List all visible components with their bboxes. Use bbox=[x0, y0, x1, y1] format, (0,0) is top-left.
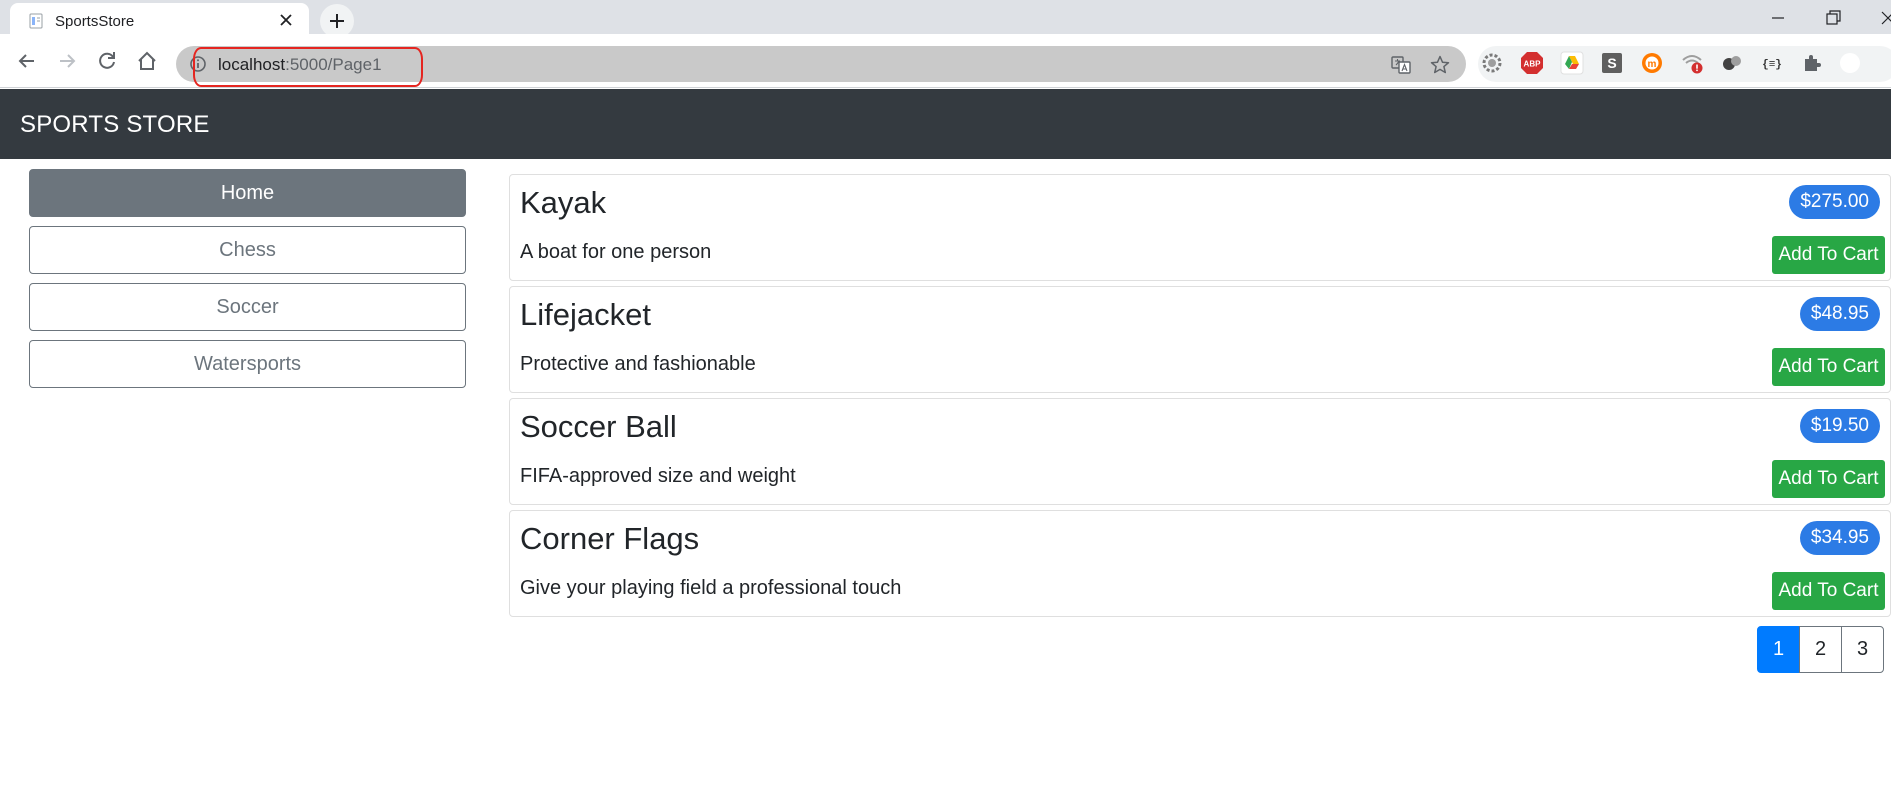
product-name: Soccer Ball bbox=[520, 409, 677, 444]
category-chess-button[interactable]: Chess bbox=[29, 226, 466, 274]
tab-title: SportsStore bbox=[55, 13, 135, 30]
add-to-cart-button[interactable]: Add To Cart bbox=[1772, 348, 1885, 386]
browser-tab-strip: SportsStore bbox=[0, 0, 1891, 39]
category-watersports-button[interactable]: Watersports bbox=[29, 340, 466, 388]
price-badge: $34.95 bbox=[1799, 521, 1880, 555]
back-arrow-icon[interactable] bbox=[13, 47, 41, 75]
add-to-cart-button[interactable]: Add To Cart bbox=[1772, 572, 1885, 610]
price-badge: $48.95 bbox=[1799, 297, 1880, 331]
price-badge: $275.00 bbox=[1789, 185, 1880, 219]
minimize-icon[interactable] bbox=[1768, 8, 1788, 28]
product-description: Give your playing field a professional t… bbox=[520, 577, 902, 599]
drive-icon[interactable] bbox=[1560, 51, 1584, 75]
price-badge: $19.50 bbox=[1799, 409, 1880, 443]
wifi-alert-icon[interactable] bbox=[1680, 51, 1704, 75]
extension-balls-icon[interactable] bbox=[1720, 51, 1744, 75]
product-card: Kayak $275.00 A boat for one person Add … bbox=[509, 174, 1891, 281]
translate-icon[interactable] bbox=[1390, 54, 1412, 76]
product-description: FIFA-approved size and weight bbox=[520, 465, 796, 487]
restore-icon[interactable] bbox=[1823, 8, 1843, 28]
json-icon[interactable]: {≡} bbox=[1760, 51, 1784, 75]
page-link-2[interactable]: 2 bbox=[1799, 626, 1842, 673]
plus-icon bbox=[330, 14, 344, 28]
add-to-cart-button[interactable]: Add To Cart bbox=[1772, 236, 1885, 274]
settings-gear-icon[interactable] bbox=[1480, 51, 1504, 75]
puzzle-icon[interactable] bbox=[1800, 51, 1824, 75]
svg-text:m: m bbox=[1648, 59, 1657, 70]
svg-text:ABP: ABP bbox=[1524, 60, 1542, 69]
product-card: Soccer Ball $19.50 FIFA-approved size an… bbox=[509, 398, 1891, 505]
reload-icon[interactable] bbox=[93, 47, 121, 75]
category-soccer-button[interactable]: Soccer bbox=[29, 283, 466, 331]
profile-avatar-icon[interactable] bbox=[1838, 51, 1862, 75]
forward-arrow-icon[interactable] bbox=[53, 47, 81, 75]
site-header: SPORTS STORE bbox=[0, 89, 1891, 159]
s-icon[interactable]: S bbox=[1600, 51, 1624, 75]
bookmark-star-icon[interactable] bbox=[1429, 54, 1451, 76]
product-description: Protective and fashionable bbox=[520, 353, 756, 375]
home-icon[interactable] bbox=[133, 47, 161, 75]
product-card: Corner Flags $34.95 Give your playing fi… bbox=[509, 510, 1891, 617]
product-name: Kayak bbox=[520, 185, 607, 220]
add-to-cart-button[interactable]: Add To Cart bbox=[1772, 460, 1885, 498]
pagination: 1 2 3 bbox=[1757, 626, 1884, 673]
url-annotation-highlight bbox=[193, 47, 423, 87]
new-tab-button[interactable] bbox=[320, 4, 354, 38]
svg-text:{≡}: {≡} bbox=[1762, 59, 1782, 71]
adblock-icon[interactable]: ABP bbox=[1520, 51, 1544, 75]
close-window-icon[interactable] bbox=[1878, 8, 1891, 28]
m-icon[interactable]: m bbox=[1640, 51, 1664, 75]
product-description: A boat for one person bbox=[520, 241, 712, 263]
page-link-1[interactable]: 1 bbox=[1757, 626, 1800, 673]
svg-text:S: S bbox=[1607, 55, 1616, 71]
product-name: Lifejacket bbox=[520, 297, 651, 332]
product-card: Lifejacket $48.95 Protective and fashion… bbox=[509, 286, 1891, 393]
product-name: Corner Flags bbox=[520, 521, 700, 556]
page-favicon-icon bbox=[29, 13, 43, 29]
page-link-3[interactable]: 3 bbox=[1841, 626, 1884, 673]
category-home-button[interactable]: Home bbox=[29, 169, 466, 217]
close-tab-icon[interactable] bbox=[277, 11, 295, 29]
brand-title[interactable]: SPORTS STORE bbox=[20, 111, 210, 139]
